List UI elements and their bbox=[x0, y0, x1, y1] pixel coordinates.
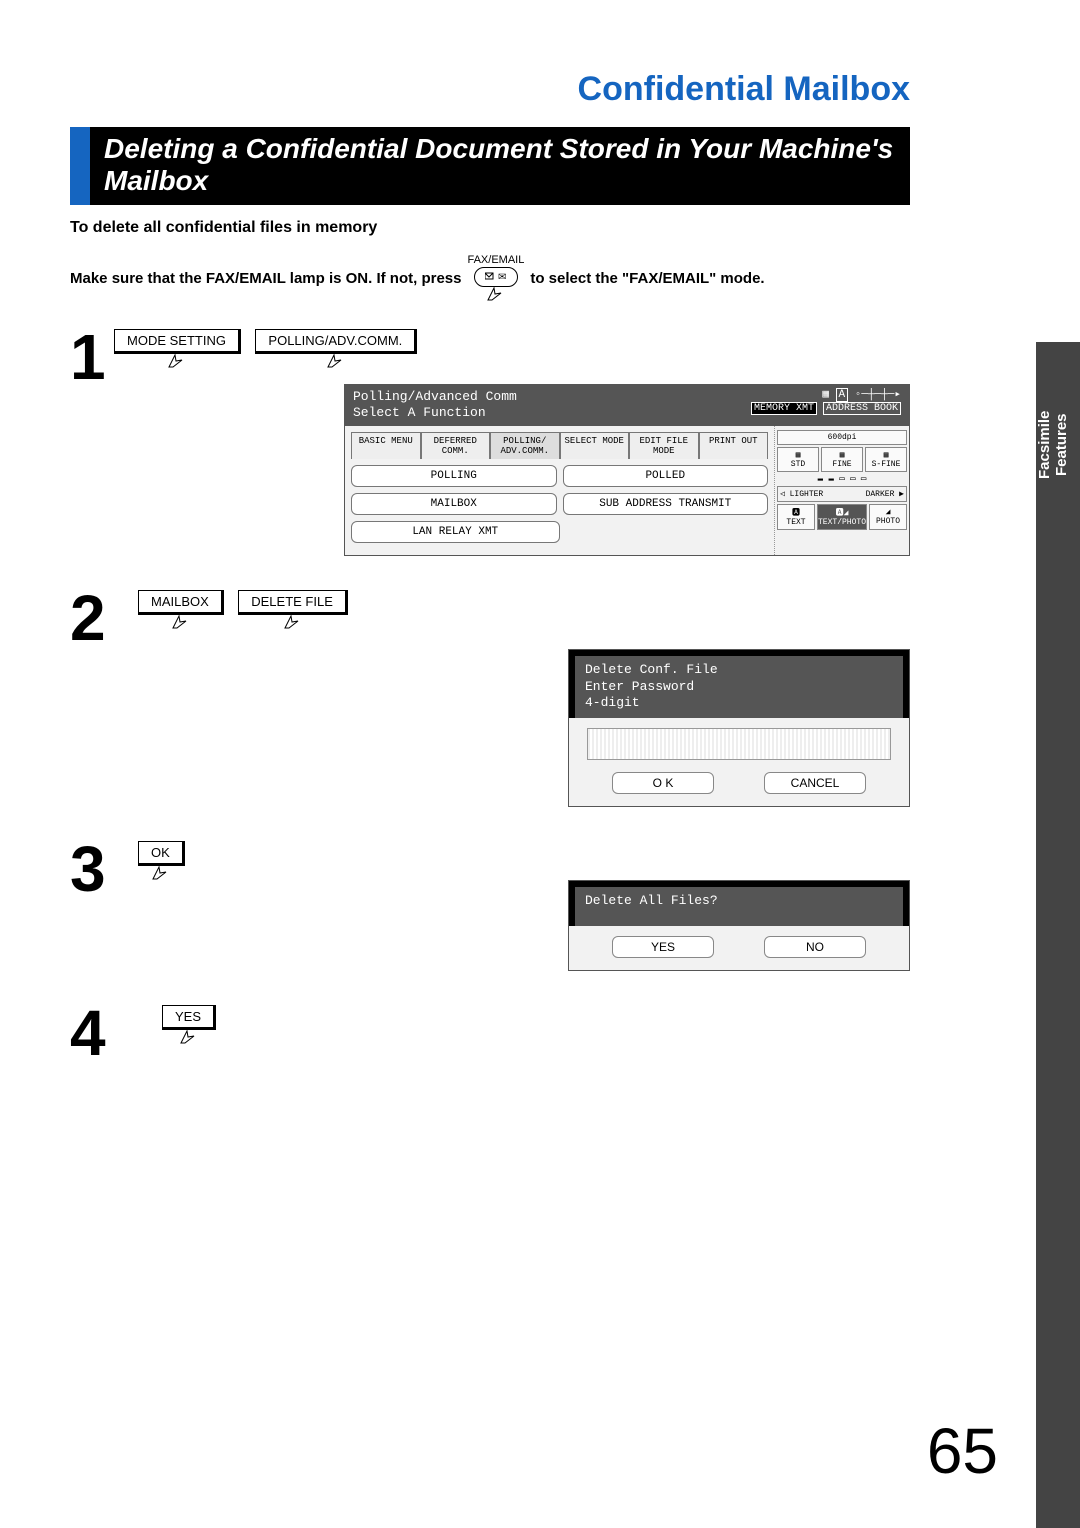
section-bar: Deleting a Confidential Document Stored … bbox=[70, 127, 910, 205]
side-tab-text: Facsimile Features bbox=[1036, 411, 1070, 479]
polling-advcomm-label: POLLING/ADV.COMM. bbox=[255, 329, 417, 354]
delete-subhead: To delete all confidential files in memo… bbox=[70, 219, 910, 237]
screen1-side-panel: 600dpi ▦STD ▦FINE ▦S-FINE ▬ ▬ ▭ ▭ ▭ ◁ LI… bbox=[774, 426, 909, 555]
screen1-tabs: BASIC MENU DEFERRED COMM. POLLING/ ADV.C… bbox=[351, 432, 768, 459]
polling-button[interactable]: POLLING bbox=[351, 465, 557, 487]
step-2: 2 MAILBOX DELETE FILE Delete Conf. File … bbox=[70, 590, 910, 808]
memory-xmt-button[interactable]: MEMORY XMT bbox=[751, 402, 817, 415]
fax-email-icon: ✉ bbox=[474, 267, 518, 288]
yes-hw-button[interactable]: YES bbox=[162, 1005, 216, 1044]
orig-text-photo-label: TEXT/PHOTO bbox=[818, 518, 866, 527]
page-number: 65 bbox=[927, 1414, 998, 1488]
polling-adv-screen: Polling/Advanced Comm Select A Function … bbox=[344, 384, 910, 556]
res-std[interactable]: ▦STD bbox=[777, 447, 819, 472]
tab-print-out[interactable]: PRINT OUT bbox=[699, 432, 769, 459]
mode-setting-label: MODE SETTING bbox=[114, 329, 241, 354]
svg-text:✉: ✉ bbox=[498, 272, 506, 282]
res-std-label: STD bbox=[791, 460, 805, 469]
cursor-icon bbox=[168, 354, 186, 368]
darker-label: DARKER bbox=[866, 490, 895, 499]
step-1-num: 1 bbox=[70, 329, 114, 387]
mailbox-hw-label: MAILBOX bbox=[138, 590, 224, 615]
ok-hw-button[interactable]: OK bbox=[138, 841, 185, 880]
step-1: 1 MODE SETTING POLLING/ADV.COMM. Polling… bbox=[70, 329, 910, 556]
chapter-title: Confidential Mailbox bbox=[70, 70, 910, 109]
cursor-icon bbox=[180, 1030, 198, 1044]
delete-file-hw-label: DELETE FILE bbox=[238, 590, 348, 615]
tab-deferred-comm[interactable]: DEFERRED COMM. bbox=[421, 432, 491, 459]
step-4-num: 4 bbox=[70, 1005, 162, 1063]
orig-photo-label: PHOTO bbox=[876, 517, 900, 526]
orig-text-label: TEXT bbox=[786, 518, 805, 527]
lighter-label: LIGHTER bbox=[790, 490, 824, 499]
polled-button[interactable]: POLLED bbox=[563, 465, 769, 487]
delete-file-hw-button[interactable]: DELETE FILE bbox=[238, 590, 348, 629]
mailbox-button[interactable]: MAILBOX bbox=[351, 493, 557, 515]
instr-post: to select the "FAX/EMAIL" mode. bbox=[530, 270, 764, 287]
cursor-icon bbox=[284, 615, 302, 629]
password-dialog: Delete Conf. File Enter Password 4-digit… bbox=[568, 649, 910, 808]
delete-all-dialog: Delete All Files? YES NO bbox=[568, 880, 910, 971]
polling-advcomm-button[interactable]: POLLING/ADV.COMM. bbox=[255, 329, 417, 368]
orig-text-photo[interactable]: 🅰◢TEXT/PHOTO bbox=[817, 504, 867, 530]
tab-edit-file-mode[interactable]: EDIT FILE MODE bbox=[629, 432, 699, 459]
screen1-title-l1: Polling/Advanced Comm bbox=[353, 389, 517, 405]
fax-email-label: FAX/EMAIL bbox=[467, 255, 524, 267]
lan-relay-xmt-button[interactable]: LAN RELAY XMT bbox=[351, 521, 560, 543]
sub-address-transmit-button[interactable]: SUB ADDRESS TRANSMIT bbox=[563, 493, 769, 515]
instruction-line: Make sure that the FAX/EMAIL lamp is ON.… bbox=[70, 255, 910, 301]
tab-basic-menu[interactable]: BASIC MENU bbox=[351, 432, 421, 459]
cursor-icon bbox=[152, 866, 170, 880]
res-sfine-label: S-FINE bbox=[872, 460, 901, 469]
tab-select-mode[interactable]: SELECT MODE bbox=[560, 432, 630, 459]
tab-polling-advcomm[interactable]: POLLING/ ADV.COMM. bbox=[490, 432, 560, 459]
yes-hw-label: YES bbox=[162, 1005, 216, 1030]
fax-email-button[interactable]: FAX/EMAIL ✉ bbox=[467, 255, 524, 301]
address-book-button[interactable]: ADDRESS BOOK bbox=[823, 402, 901, 415]
step-3-num: 3 bbox=[70, 841, 138, 899]
side-tab-label: Facsimile Features bbox=[1036, 395, 1080, 495]
pw-dlg-l3: 4-digit bbox=[585, 695, 893, 712]
step-3: 3 OK Delete All Files? YES NO bbox=[70, 841, 910, 971]
ok-hw-label: OK bbox=[138, 841, 185, 866]
password-field[interactable] bbox=[587, 728, 891, 760]
pw-dlg-l2: Enter Password bbox=[585, 679, 893, 696]
side-tab-hollow bbox=[1036, 0, 1080, 342]
cursor-icon bbox=[172, 615, 190, 629]
contrast-row[interactable]: ◁ LIGHTER DARKER ▶ bbox=[777, 486, 907, 502]
step-2-num: 2 bbox=[70, 590, 138, 648]
orig-photo[interactable]: ◢PHOTO bbox=[869, 504, 907, 530]
ok-button[interactable]: O K bbox=[612, 772, 714, 794]
no-button[interactable]: NO bbox=[764, 936, 866, 958]
yes-button[interactable]: YES bbox=[612, 936, 714, 958]
dpi-label: 600dpi bbox=[777, 430, 907, 445]
screen1-title-l2: Select A Function bbox=[353, 405, 517, 421]
pw-dlg-l1: Delete Conf. File bbox=[585, 662, 893, 679]
res-fine[interactable]: ▦FINE bbox=[821, 447, 863, 472]
mailbox-hw-button[interactable]: MAILBOX bbox=[138, 590, 224, 629]
res-fine-label: FINE bbox=[832, 460, 851, 469]
cursor-icon bbox=[487, 287, 505, 301]
screen1-titlebar: Polling/Advanced Comm Select A Function … bbox=[345, 385, 909, 426]
cursor-icon bbox=[327, 354, 345, 368]
step-4: 4 YES bbox=[70, 1005, 910, 1063]
instr-pre: Make sure that the FAX/EMAIL lamp is ON.… bbox=[70, 270, 461, 287]
mode-setting-button[interactable]: MODE SETTING bbox=[114, 329, 241, 368]
orig-text[interactable]: 🅰TEXT bbox=[777, 504, 815, 530]
cancel-button[interactable]: CANCEL bbox=[764, 772, 866, 794]
res-sfine[interactable]: ▦S-FINE bbox=[865, 447, 907, 472]
delete-all-l1: Delete All Files? bbox=[585, 893, 893, 910]
